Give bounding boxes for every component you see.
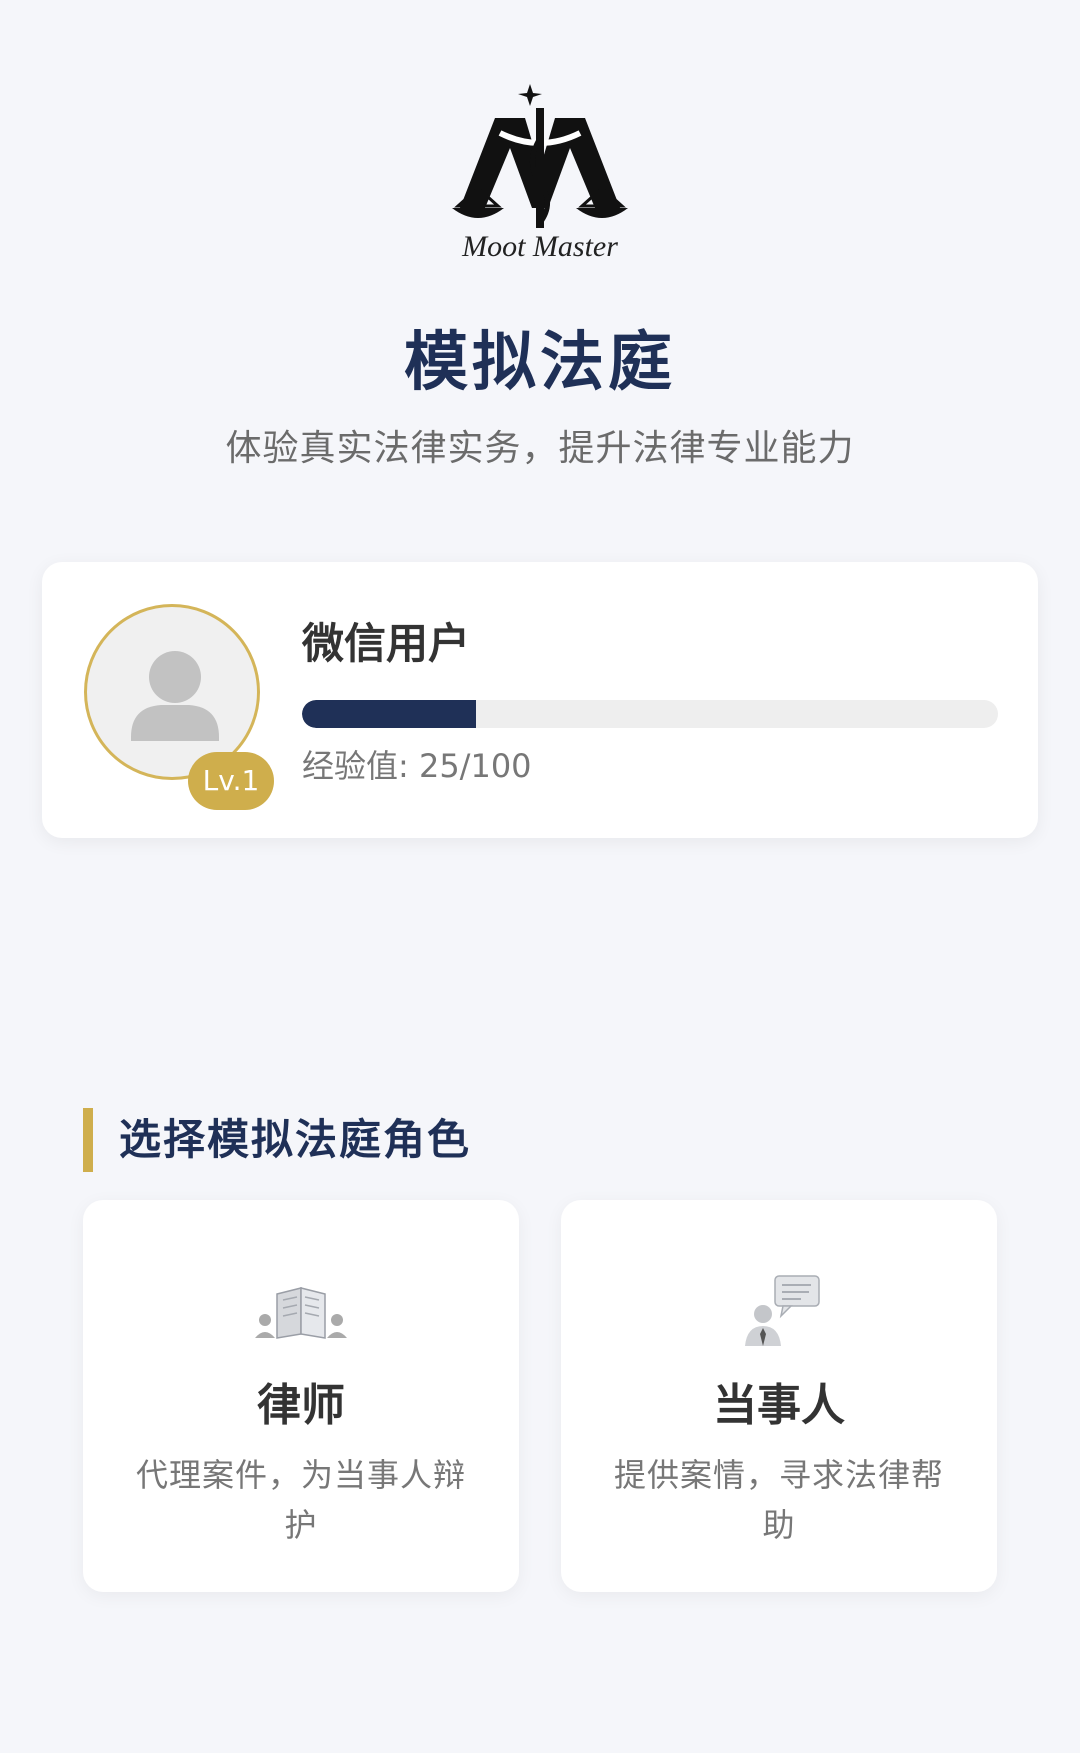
book-icon <box>251 1272 351 1352</box>
exp-text: 经验值: 25/100 <box>302 747 532 785</box>
section-title: 选择模拟法庭角色 <box>83 1108 471 1172</box>
role-card-lawyer[interactable]: 律师 代理案件，为当事人辩护 <box>83 1200 519 1592</box>
logo-text: Moot Master <box>461 230 618 263</box>
page-title: 模拟法庭 <box>404 326 676 400</box>
exp-progress-fill <box>302 700 476 728</box>
role-description: 提供案情，寻求法律帮助 <box>613 1456 944 1544</box>
page-subtitle: 体验真实法律实务，提升法律专业能力 <box>225 428 855 469</box>
role-description: 代理案件，为当事人辩护 <box>135 1456 466 1544</box>
app-logo: Moot Master <box>430 78 650 278</box>
level-badge: Lv.1 <box>188 752 274 810</box>
user-name: 微信用户 <box>302 619 471 668</box>
role-card-client[interactable]: 当事人 提供案情，寻求法律帮助 <box>561 1200 997 1592</box>
exp-progress-bar <box>302 700 998 728</box>
role-name: 律师 <box>257 1380 345 1431</box>
person-chat-icon <box>729 1272 829 1352</box>
user-profile-card[interactable]: Lv.1 微信用户 经验值: 25/100 <box>42 562 1038 838</box>
role-name: 当事人 <box>713 1380 845 1431</box>
